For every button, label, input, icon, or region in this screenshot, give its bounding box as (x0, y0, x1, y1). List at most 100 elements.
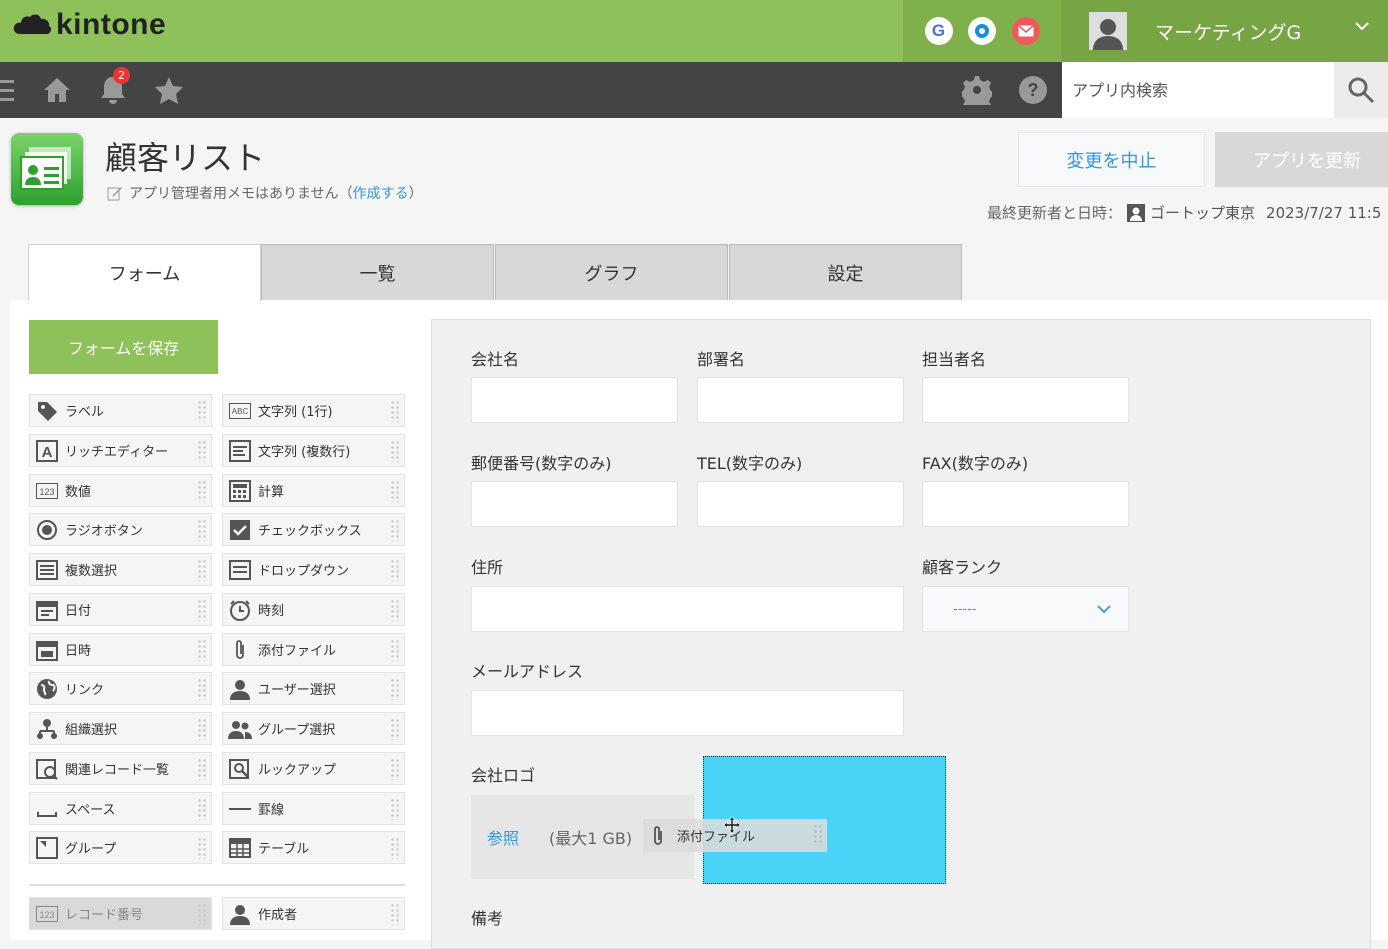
palette-item-time[interactable]: 時刻 (222, 593, 405, 626)
user-name: マーケティングG (1155, 21, 1302, 44)
tab-settings[interactable]: 設定 (729, 244, 962, 300)
table-icon (228, 836, 252, 860)
multi-select-icon (35, 558, 59, 582)
search-button[interactable] (1334, 62, 1388, 118)
last-updated-label: 最終更新者と日時： (987, 204, 1123, 222)
tel-field[interactable] (697, 481, 904, 527)
svg-text:A: A (42, 444, 53, 461)
field-label-department: 部署名 (697, 350, 746, 369)
palette-item-creator[interactable]: 作成者 (222, 897, 405, 930)
globe-icon (35, 677, 59, 701)
star-icon[interactable] (154, 76, 184, 104)
dragging-item-label: 添付ファイル (677, 830, 756, 845)
palette-item-org-select[interactable]: 組織選択 (29, 712, 212, 745)
palette-item-lookup[interactable]: ルックアップ (222, 752, 405, 785)
home-icon[interactable] (42, 75, 72, 105)
search-icon (1348, 77, 1375, 104)
rich-text-icon: A (35, 439, 59, 463)
person-field[interactable] (922, 377, 1129, 423)
svg-text:123: 123 (39, 910, 54, 920)
memo-edit-icon (107, 187, 122, 201)
palette-item-datetime[interactable]: 日時 (29, 633, 212, 666)
company-field[interactable] (471, 377, 678, 423)
user-icon (228, 902, 252, 926)
kintone-logo[interactable]: kintone (12, 8, 166, 42)
palette-item-label[interactable]: ラベル (29, 394, 212, 427)
tag-icon (35, 399, 59, 423)
palette-item-group[interactable]: グループ (29, 831, 212, 864)
field-label-zip: 郵便番号(数字のみ) (471, 454, 612, 473)
admin-memo: アプリ管理者用メモはありません（作成する） (107, 183, 423, 203)
palette-item-table[interactable]: テーブル (222, 831, 405, 864)
brand-name: kintone (56, 8, 167, 41)
palette-item-related-records[interactable]: 関連レコード一覧 (29, 752, 212, 785)
help-icon[interactable]: ? (1018, 75, 1048, 105)
contact-card-icon (20, 147, 71, 190)
zip-field[interactable] (471, 481, 678, 527)
palette-item-attachment[interactable]: 添付ファイル (222, 633, 405, 666)
svg-text:?: ? (1028, 80, 1039, 100)
email-field[interactable] (471, 690, 904, 736)
tab-list[interactable]: 一覧 (261, 244, 494, 300)
group-icon (35, 836, 59, 860)
palette-item-date[interactable]: 日付 (29, 593, 212, 626)
field-label-fax: FAX(数字のみ) (922, 454, 1029, 473)
palette-item-checkbox[interactable]: チェックボックス (222, 513, 405, 546)
gear-icon[interactable] (962, 75, 992, 105)
horizontal-line-icon (228, 797, 252, 821)
palette-item-group-select[interactable]: グループ選択 (222, 712, 405, 745)
palette-item-user-select[interactable]: ユーザー選択 (222, 672, 405, 705)
number-icon: 123 (35, 902, 59, 926)
palette-item-link[interactable]: リンク (29, 672, 212, 705)
palette-item-dropdown[interactable]: ドロップダウン (222, 553, 405, 586)
checkbox-icon (228, 518, 252, 542)
palette-item-record-number[interactable]: 123 レコード番号 (29, 897, 212, 930)
palette-item-rich-editor[interactable]: A リッチエディター (29, 434, 212, 467)
palette-item-radio[interactable]: ラジオボタン (29, 513, 212, 546)
paperclip-icon (228, 638, 252, 662)
svg-text:ABC: ABC (232, 407, 249, 416)
attachment-max-size: (最大1 GB) (549, 829, 633, 848)
menu-icon[interactable] (0, 78, 14, 104)
memo-create-link[interactable]: 作成する (353, 186, 409, 202)
number-icon: 123 (35, 479, 59, 503)
palette-item-multi-select[interactable]: 複数選択 (29, 553, 212, 586)
last-updated-user[interactable]: ゴートップ東京 (1150, 202, 1255, 223)
memo-text: アプリ管理者用メモはありません（ (129, 186, 353, 202)
field-label-tel: TEL(数字のみ) (697, 454, 803, 473)
last-updated-time: 2023/7/27 11:5 (1266, 203, 1382, 222)
svg-text:123: 123 (39, 487, 54, 497)
dropdown-icon (228, 558, 252, 582)
palette-item-text-single[interactable]: ABC 文字列 (1行) (222, 394, 405, 427)
cancel-changes-button[interactable]: 変更を中止 (1018, 132, 1205, 187)
text-single-icon: ABC (228, 399, 252, 423)
fax-field[interactable] (922, 481, 1129, 527)
garoon-icon[interactable] (968, 17, 996, 45)
field-label-person: 担当者名 (922, 350, 987, 369)
palette-item-calc[interactable]: 計算 (222, 474, 405, 507)
tab-graph[interactable]: グラフ (495, 244, 728, 300)
mail-icon[interactable] (1011, 17, 1040, 45)
tab-form[interactable]: フォーム (28, 244, 261, 301)
update-app-button[interactable]: アプリを更新 (1215, 132, 1388, 187)
field-label-address: 住所 (471, 558, 504, 577)
app-search-input[interactable] (1062, 62, 1334, 118)
palette-item-border[interactable]: 罫線 (222, 792, 405, 825)
google-g-icon[interactable]: G (924, 17, 953, 45)
save-form-button[interactable]: フォームを保存 (29, 320, 218, 374)
move-cursor-icon (723, 816, 741, 834)
user-menu[interactable]: マーケティングG (1061, 0, 1388, 62)
palette-item-number[interactable]: 123 数値 (29, 474, 212, 507)
palette-item-text-multi[interactable]: 文字列 (複数行) (222, 434, 405, 467)
department-field[interactable] (697, 377, 904, 423)
attachment-browse-link[interactable]: 参照 (487, 825, 519, 849)
palette-item-space[interactable]: スペース (29, 792, 212, 825)
rank-dropdown[interactable]: ----- (922, 586, 1129, 632)
chevron-down-icon (1097, 605, 1111, 614)
field-label-rank: 顧客ランク (922, 558, 1003, 577)
address-field[interactable] (471, 586, 904, 632)
org-chart-icon (35, 717, 59, 741)
datetime-icon (35, 638, 59, 662)
field-label-logo: 会社ロゴ (471, 766, 536, 785)
field-label-notes: 備考 (471, 909, 504, 928)
